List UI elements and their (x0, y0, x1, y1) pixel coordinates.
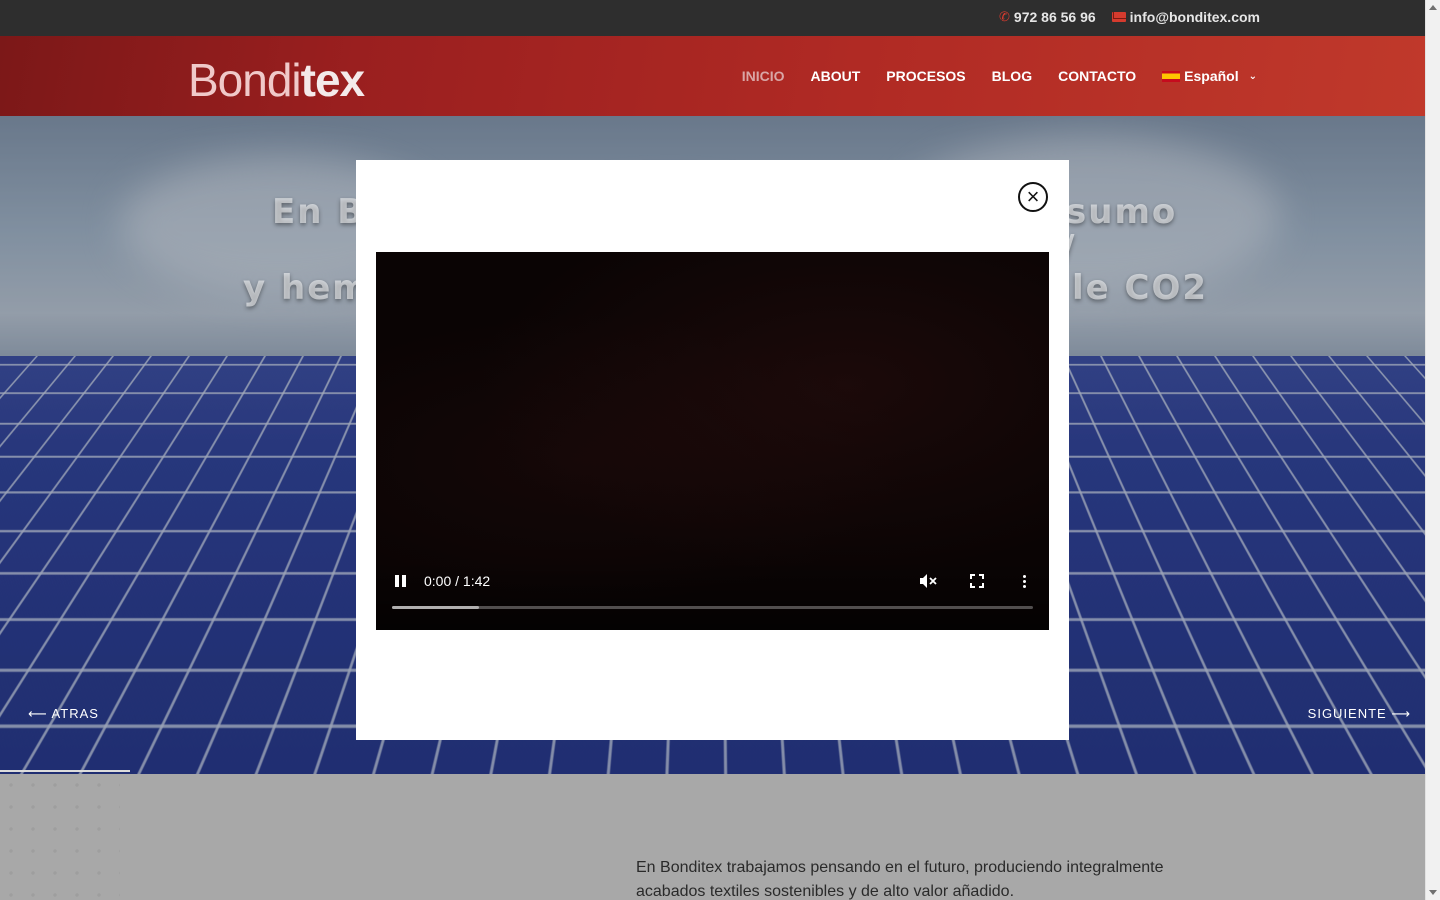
more-vertical-icon-dot (1022, 579, 1026, 583)
pause-button[interactable] (392, 572, 408, 590)
more-vertical-icon-dot (1022, 584, 1026, 588)
fullscreen-icon (970, 574, 984, 588)
pause-icon (394, 575, 399, 587)
video-player[interactable]: 0:00 / 1:42 (376, 252, 1049, 630)
close-icon: × (1026, 184, 1040, 209)
video-progress-fill (392, 606, 479, 609)
video-modal: × 0:00 / 1:42 (356, 160, 1069, 740)
more-vertical-icon (1022, 574, 1026, 578)
video-controls-bar (376, 560, 1049, 630)
page-scrollbar[interactable] (1425, 0, 1440, 900)
video-progress-bar[interactable] (392, 606, 1033, 609)
unmute-button[interactable] (918, 572, 938, 590)
fullscreen-button[interactable] (968, 572, 986, 590)
more-options-button[interactable] (1016, 572, 1032, 590)
muted-speaker-icon (920, 574, 937, 588)
close-button[interactable]: × (1018, 182, 1048, 212)
scroll-up-arrow-icon[interactable] (1429, 5, 1437, 10)
scroll-down-arrow-icon[interactable] (1429, 890, 1437, 895)
pause-icon-bar (401, 575, 406, 587)
video-time: 0:00 / 1:42 (424, 573, 491, 589)
